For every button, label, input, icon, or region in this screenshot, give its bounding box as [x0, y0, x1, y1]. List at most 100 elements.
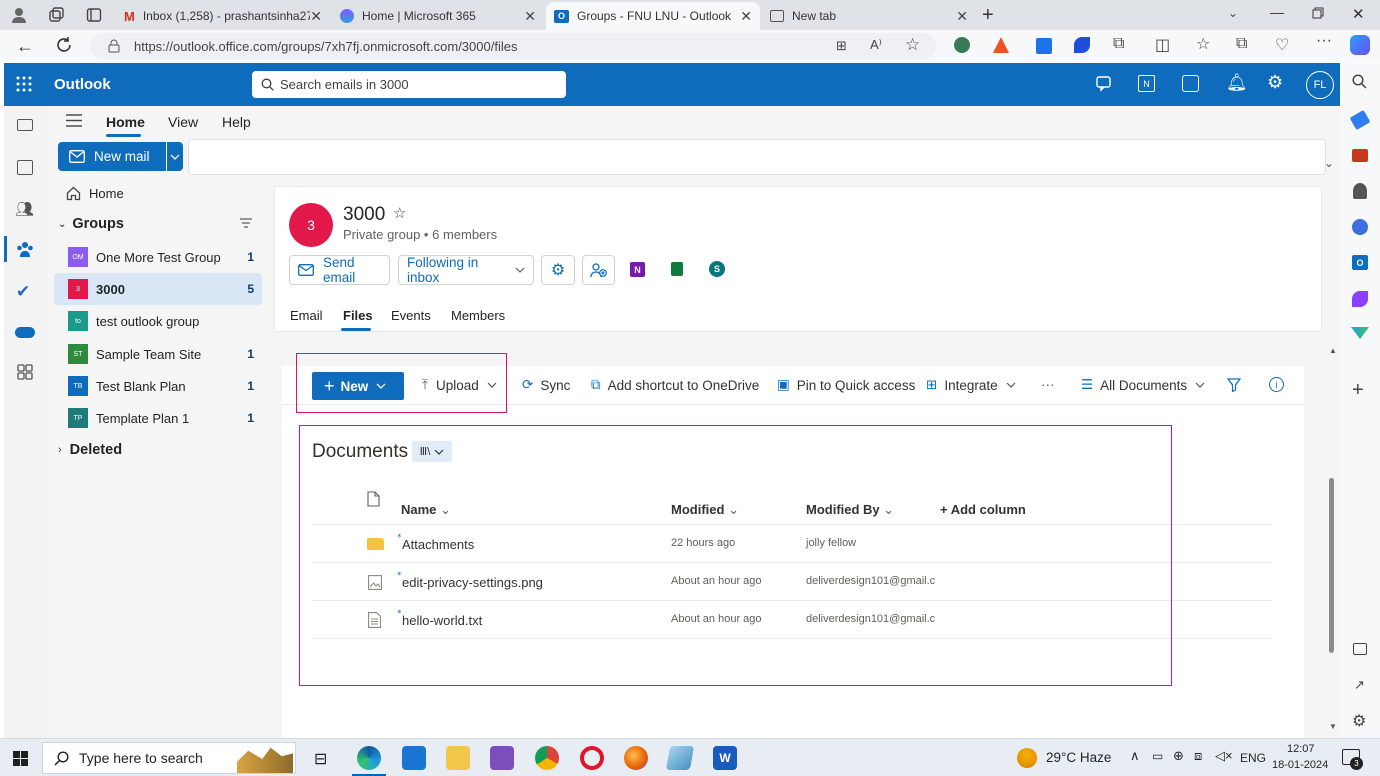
- back-icon[interactable]: ←: [16, 36, 34, 57]
- group-item-3000[interactable]: 3 3000 5: [54, 273, 262, 305]
- games-icon[interactable]: [1353, 183, 1367, 199]
- notifications-bell-icon[interactable]: 🔔︎: [1226, 73, 1248, 93]
- opera-taskbar-icon[interactable]: [580, 746, 604, 770]
- todo-icon[interactable]: ✔: [16, 282, 30, 302]
- add-shortcut-button[interactable]: ⧉ Add shortcut to OneDrive: [591, 377, 759, 393]
- hamburger-menu-icon[interactable]: [66, 114, 82, 127]
- scroll-up-arrow-icon[interactable]: ▲: [1329, 346, 1337, 355]
- people-icon[interactable]: 👥︎: [15, 200, 34, 218]
- favorite-star-icon[interactable]: ☆: [393, 204, 406, 222]
- new-mail-dropdown-chevron-icon[interactable]: [166, 142, 183, 171]
- clock-time[interactable]: 12:07: [1287, 743, 1315, 755]
- tab-new[interactable]: New tab ✕: [762, 2, 976, 30]
- extension-bug-icon[interactable]: [954, 37, 970, 53]
- view-switcher-dropdown[interactable]: ☰ All Documents: [1081, 377, 1205, 393]
- extensions-puzzle-icon[interactable]: ⧉: [1113, 35, 1124, 53]
- sync-button[interactable]: ⟳ Sync: [522, 377, 570, 393]
- group-item-test-blank-plan[interactable]: TB Test Blank Plan 1: [54, 371, 262, 401]
- planner-icon[interactable]: [671, 262, 683, 276]
- tab-actions-chevron-icon[interactable]: ⌄: [1228, 6, 1238, 20]
- groups-section-header[interactable]: ⌄ Groups: [54, 209, 262, 239]
- network-globe-icon[interactable]: ⊕: [1173, 748, 1184, 764]
- url-field[interactable]: https://outlook.office.com/groups/7xh7fj…: [90, 33, 936, 59]
- group-item-sample-team-site[interactable]: ST Sample Team Site 1: [54, 339, 262, 369]
- extension-feather-icon[interactable]: [1074, 37, 1090, 53]
- groups-icon[interactable]: [16, 240, 34, 258]
- volume-muted-icon[interactable]: ◁×: [1215, 748, 1233, 764]
- settings-more-icon[interactable]: ···: [1316, 32, 1332, 50]
- lock-icon[interactable]: [108, 39, 120, 53]
- filter-funnel-icon[interactable]: [1227, 378, 1241, 392]
- app-launcher-icon[interactable]: [16, 76, 32, 92]
- app-title[interactable]: Outlook: [54, 76, 111, 93]
- display-icon[interactable]: ⧈: [1194, 748, 1202, 764]
- workspaces-icon[interactable]: [48, 7, 64, 23]
- m365-sidebar-icon[interactable]: [1352, 219, 1368, 235]
- more-commands-button[interactable]: ···: [1041, 377, 1055, 392]
- sharepoint-icon[interactable]: S: [709, 261, 725, 277]
- word-taskbar-icon[interactable]: W: [713, 746, 737, 770]
- scroll-down-arrow-icon[interactable]: ▼: [1329, 722, 1337, 731]
- firefox-taskbar-icon[interactable]: [624, 746, 648, 770]
- deleted-section-header[interactable]: › Deleted: [54, 435, 262, 465]
- mail-taskbar-icon[interactable]: [402, 746, 426, 770]
- vertical-tabs-icon[interactable]: [86, 7, 102, 23]
- tools-briefcase-icon[interactable]: [1352, 149, 1368, 162]
- my-day-icon[interactable]: [1182, 75, 1199, 92]
- weather-text[interactable]: 29°C Haze: [1046, 750, 1111, 765]
- notification-center-icon[interactable]: 3: [1342, 749, 1363, 770]
- visual-studio-taskbar-icon[interactable]: [490, 746, 514, 770]
- ribbon-expand-chevron-icon[interactable]: ⌄: [1324, 156, 1334, 170]
- outlook-sidebar-icon[interactable]: O: [1352, 255, 1368, 270]
- collections-icon[interactable]: ⧉: [1236, 35, 1247, 53]
- close-icon[interactable]: ✕: [956, 8, 968, 25]
- group-item-template-plan-1[interactable]: TP Template Plan 1 1: [54, 403, 262, 433]
- pin-quick-access-button[interactable]: ▣ Pin to Quick access: [777, 377, 915, 393]
- onenote-icon[interactable]: N: [630, 262, 645, 277]
- read-aloud-icon[interactable]: A⁾: [870, 37, 882, 53]
- tab-inbox[interactable]: M Inbox (1,258) - prashantsinha270 ✕: [116, 2, 330, 30]
- restore-button[interactable]: [1312, 7, 1324, 19]
- group-settings-gear-icon[interactable]: ⚙: [541, 255, 575, 285]
- drop-icon[interactable]: [1351, 327, 1369, 339]
- app-taskbar-icon[interactable]: [665, 746, 695, 770]
- group-item-one-more-test-group[interactable]: OM One More Test Group 1: [54, 242, 262, 272]
- tab-members[interactable]: Members: [451, 308, 505, 323]
- calendar-icon[interactable]: [17, 160, 33, 175]
- tab-events[interactable]: Events: [391, 308, 431, 323]
- edge-taskbar-icon[interactable]: [357, 746, 381, 770]
- more-apps-icon[interactable]: [17, 364, 33, 380]
- tab-outlook[interactable]: O Groups - FNU LNU - Outlook ✕: [546, 2, 760, 30]
- account-avatar[interactable]: FL: [1306, 71, 1334, 99]
- file-explorer-taskbar-icon[interactable]: [446, 746, 470, 770]
- info-icon[interactable]: i: [1269, 377, 1284, 392]
- close-icon[interactable]: ✕: [310, 8, 322, 25]
- sidebar-settings-icon[interactable]: ⚙: [1352, 711, 1366, 731]
- scrollbar-thumb[interactable]: [1329, 478, 1334, 653]
- app-available-icon[interactable]: ⊞: [836, 38, 847, 54]
- tab-view[interactable]: View: [168, 114, 198, 130]
- battery-icon[interactable]: ▭: [1152, 749, 1163, 763]
- clock-date[interactable]: 18-01-2024: [1272, 759, 1328, 771]
- search-input[interactable]: Search emails in 3000: [252, 71, 566, 98]
- show-hidden-icons-chevron-icon[interactable]: ∧: [1130, 748, 1140, 764]
- favorite-star-icon[interactable]: ☆: [905, 35, 920, 55]
- filter-sort-icon[interactable]: [240, 218, 252, 228]
- mail-icon[interactable]: [17, 119, 33, 131]
- new-tab-button[interactable]: +: [982, 4, 994, 27]
- copilot-icon[interactable]: [1350, 35, 1370, 55]
- integrate-button[interactable]: ⊞ Integrate: [926, 377, 1016, 393]
- shopping-tag-icon[interactable]: [1349, 109, 1371, 131]
- hide-sidebar-icon[interactable]: [1353, 643, 1367, 655]
- taskbar-search-input[interactable]: Type here to search: [42, 742, 296, 774]
- close-icon[interactable]: ✕: [524, 8, 536, 25]
- new-mail-button[interactable]: New mail: [58, 142, 183, 171]
- windows-start-icon[interactable]: [13, 751, 28, 766]
- window-close-button[interactable]: ✕: [1352, 5, 1365, 23]
- tab-home[interactable]: Home: [106, 114, 145, 130]
- onedrive-icon[interactable]: [15, 327, 35, 338]
- tab-m365[interactable]: Home | Microsoft 365 ✕: [332, 2, 544, 30]
- onenote-feed-icon[interactable]: N: [1138, 75, 1155, 92]
- following-in-inbox-dropdown[interactable]: Following in inbox: [398, 255, 534, 285]
- extension-picker-icon[interactable]: [1036, 38, 1052, 54]
